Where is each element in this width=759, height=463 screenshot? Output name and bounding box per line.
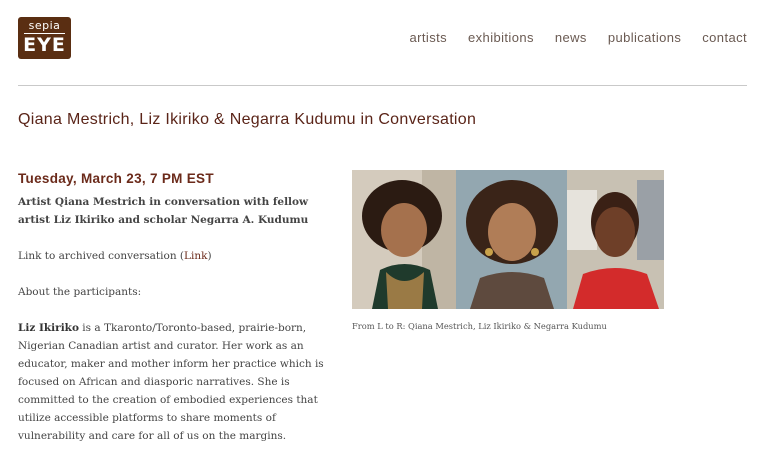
bio-text: is a Tkaronto/Toronto-based, prairie-bor… (18, 322, 324, 442)
photo-qiana-mestrich (352, 170, 456, 309)
logo-bottom-text: EYE (23, 34, 66, 56)
participants-photo (352, 170, 664, 309)
header-divider (18, 85, 747, 86)
nav-news[interactable]: news (555, 30, 587, 45)
archive-link[interactable]: Link (184, 250, 207, 262)
event-lede: Artist Qiana Mestrich in conversation wi… (18, 196, 309, 226)
archive-link-suffix: ) (207, 250, 212, 262)
photo-negarra-kudumu (567, 170, 664, 309)
event-date: Tuesday, March 23, 7 PM EST (18, 171, 214, 186)
nav-artists[interactable]: artists (410, 30, 447, 45)
archive-link-prefix: Link to archived conversation ( (18, 250, 185, 262)
site-logo[interactable]: sepia EYE (18, 17, 71, 59)
bio-paragraph: Liz Ikiriko is a Tkaronto/Toronto-based,… (18, 319, 338, 445)
event-description: Artist Qiana Mestrich in conversation wi… (18, 193, 338, 463)
logo-top-text: sepia (28, 19, 61, 32)
photo-liz-ikiriko (456, 170, 567, 309)
archive-link-line: Link to archived conversation (Link) (18, 247, 338, 265)
photo-caption: From L to R: Qiana Mestrich, Liz Ikiriko… (352, 321, 607, 331)
about-heading: About the participants: (18, 286, 142, 298)
nav-exhibitions[interactable]: exhibitions (468, 30, 534, 45)
nav-contact[interactable]: contact (702, 30, 747, 45)
nav-publications[interactable]: publications (608, 30, 681, 45)
page-title: Qiana Mestrich, Liz Ikiriko & Negarra Ku… (18, 111, 477, 128)
bio-name: Liz Ikiriko (18, 322, 79, 334)
main-nav: artists exhibitions news publications co… (389, 30, 747, 45)
